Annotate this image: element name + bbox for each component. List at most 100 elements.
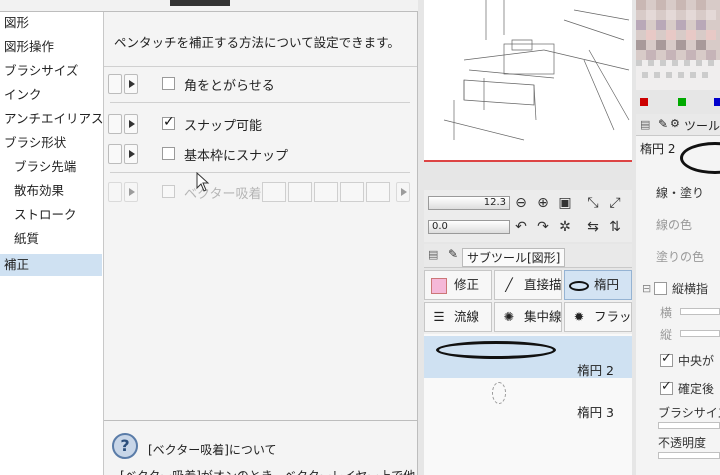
- snap-frame-checkbox[interactable]: [162, 147, 175, 160]
- zoom-in-icon[interactable]: ⊕: [534, 194, 552, 212]
- expand-arrow-icon[interactable]: [124, 114, 138, 134]
- current-subtool-label: 楕円 2: [640, 142, 676, 156]
- category-list: 図形 図形操作 ブラシサイズ インク アンチエイリアス ブラシ形状 ブラシ先端 …: [0, 12, 104, 475]
- tool-correction[interactable]: 修正: [424, 270, 492, 300]
- sharpen-corners-checkbox[interactable]: [162, 77, 175, 90]
- vector-snap-checkbox[interactable]: [162, 185, 175, 198]
- category-ink[interactable]: インク: [4, 84, 42, 106]
- subtool-item-label: 楕円 3: [577, 405, 614, 420]
- canvas-preview[interactable]: [424, 0, 632, 162]
- tool-flash[interactable]: ✹ フラッシュ: [564, 302, 632, 332]
- tool-focus-lines[interactable]: ✺ 集中線: [494, 302, 562, 332]
- rotate-value: 0.0: [432, 221, 448, 232]
- vector-snap-option-2[interactable]: [288, 182, 312, 202]
- zoom-slider[interactable]: 12.3: [428, 196, 510, 210]
- height-slider[interactable]: [680, 330, 720, 337]
- zoom-out-icon[interactable]: ⊖: [512, 194, 530, 212]
- opacity-label: 不透明度: [658, 436, 707, 450]
- category-stroke[interactable]: ストローク: [14, 204, 77, 226]
- opacity-slider[interactable]: [658, 452, 720, 459]
- help-title: [ベクター吸着]について: [148, 443, 277, 457]
- blue-swatch[interactable]: [714, 98, 720, 106]
- vector-snap-arrow-icon[interactable]: [396, 182, 410, 202]
- lock-toggle[interactable]: [108, 74, 122, 94]
- navigator-panel: 12.3 0.0 ⊖ ⊕ ▣ ⤡ ⤢ ↶ ↷ ✲ ⇆ ⇅: [424, 190, 632, 242]
- primary-color-row: [636, 92, 720, 112]
- panel-menu-icon[interactable]: ▤: [428, 248, 438, 261]
- from-center-checkbox[interactable]: [660, 351, 673, 367]
- category-brush-tip[interactable]: ブラシ先端: [14, 156, 76, 178]
- app-window: 図形 図形操作 ブラシサイズ インク アンチエイリアス ブラシ形状 ブラシ先端 …: [0, 0, 720, 475]
- lock-toggle[interactable]: [108, 182, 122, 202]
- category-shape[interactable]: 図形: [4, 12, 29, 34]
- category-spray-effect[interactable]: 散布効果: [14, 180, 64, 202]
- zoom-value: 12.3: [483, 197, 506, 208]
- expand-arrow-icon[interactable]: [124, 144, 138, 164]
- rotate-left-icon[interactable]: ↶: [512, 218, 530, 236]
- reset-rotation-icon[interactable]: ✲: [556, 218, 574, 236]
- gear-icon: ⚙: [670, 117, 680, 130]
- vector-snap-option-3[interactable]: [314, 182, 338, 202]
- setting-row-snap-enabled: スナップ可能: [104, 110, 417, 136]
- fill-color-label: 塗りの色: [656, 250, 705, 264]
- category-brush-size[interactable]: ブラシサイズ: [4, 60, 78, 82]
- ellipse-preview-icon: [680, 142, 720, 174]
- category-shape-operation[interactable]: 図形操作: [4, 36, 54, 58]
- width-label: 横: [660, 306, 673, 320]
- height-label: 縦: [660, 328, 673, 342]
- tool-ellipse[interactable]: 楕円: [564, 270, 632, 300]
- adjust-after-label: 確定後: [678, 382, 715, 396]
- subtool-item-ellipse-3[interactable]: 楕円 3: [424, 398, 632, 422]
- brush-size-slider[interactable]: [658, 422, 720, 429]
- fit-window-icon[interactable]: ▣: [556, 194, 574, 212]
- flip-horizontal-icon[interactable]: ⇆: [584, 218, 602, 236]
- fit-screen-icon[interactable]: ⤢: [606, 194, 624, 212]
- subtool-item-ellipse-2[interactable]: 楕円 2: [424, 336, 632, 378]
- flash-icon: ✹: [573, 309, 585, 324]
- tool-flash-label: フラッシュ: [593, 309, 632, 324]
- tool-focus-lines-label: 集中線: [523, 309, 562, 324]
- lock-toggle[interactable]: [108, 144, 122, 164]
- divider: [110, 172, 410, 173]
- brush-size-label: ブラシサイズ: [658, 406, 720, 420]
- rotate-slider[interactable]: 0.0: [428, 220, 510, 234]
- speed-lines-icon: ☰: [433, 309, 445, 324]
- expand-arrow-icon[interactable]: [124, 182, 138, 202]
- setting-row-snap-frame: 基本枠にスナップ: [104, 140, 417, 166]
- pen-tool-icon: ✎: [658, 117, 669, 131]
- lock-toggle[interactable]: [108, 114, 122, 134]
- vector-snap-option-5[interactable]: [366, 182, 390, 202]
- pen-tool-icon: ✎: [448, 247, 459, 261]
- top-scroll-thumb[interactable]: [170, 0, 230, 6]
- tool-speed-lines[interactable]: ☰ 流線: [424, 302, 492, 332]
- category-correction[interactable]: 補正: [0, 254, 102, 276]
- pink-square-icon: [428, 271, 450, 299]
- snap-enabled-checkbox[interactable]: [162, 114, 175, 130]
- subtool-panel-title[interactable]: サブツール[図形]: [462, 248, 566, 267]
- line-icon: ╱: [505, 277, 513, 292]
- question-icon: ?: [112, 433, 138, 459]
- aspect-lock-label: 縦横指: [672, 282, 709, 296]
- tool-straight-line[interactable]: ╱ 直接描: [494, 270, 562, 300]
- color-palette[interactable]: [636, 0, 720, 90]
- width-slider[interactable]: [680, 308, 720, 315]
- actual-size-icon[interactable]: ⤡: [584, 194, 602, 212]
- category-antialias[interactable]: アンチエイリアス: [4, 108, 104, 130]
- panel-menu-icon[interactable]: ▤: [640, 118, 650, 131]
- expand-arrow-icon[interactable]: [124, 74, 138, 94]
- category-texture[interactable]: 紙質: [14, 228, 39, 250]
- vector-snap-option-4[interactable]: [340, 182, 364, 202]
- adjust-after-checkbox[interactable]: [660, 379, 673, 395]
- expand-icon[interactable]: ⊟: [642, 282, 651, 295]
- focus-lines-icon: ✺: [503, 309, 515, 324]
- tool-property-header: ▤ ✎ ⚙ ツール: [636, 114, 720, 136]
- category-brush-shape[interactable]: ブラシ形状: [4, 132, 66, 154]
- tool-ellipse-label: 楕円: [593, 277, 619, 292]
- aspect-lock-checkbox[interactable]: [654, 282, 667, 295]
- from-center-label: 中央が: [678, 354, 715, 368]
- green-swatch[interactable]: [678, 98, 686, 106]
- flip-vertical-icon[interactable]: ⇅: [606, 218, 624, 236]
- rotate-right-icon[interactable]: ↷: [534, 218, 552, 236]
- red-swatch[interactable]: [640, 98, 648, 106]
- vector-snap-option-1[interactable]: [262, 182, 286, 202]
